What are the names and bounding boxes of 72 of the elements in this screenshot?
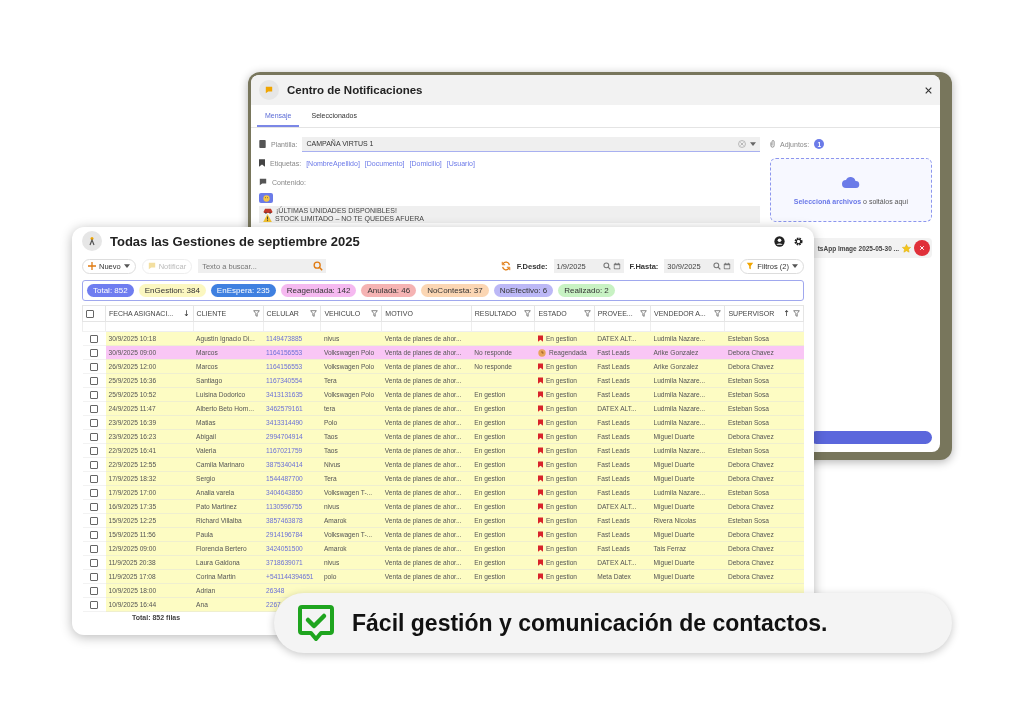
row-checkbox[interactable] [90,488,98,497]
row-checkbox[interactable] [90,404,98,413]
caret-icon [123,264,130,268]
banner-text: Fácil gestión y comunicación de contactos. [352,609,828,637]
row-checkbox[interactable] [90,362,98,371]
caret-icon [750,141,756,146]
filter-icon[interactable] [640,310,647,317]
comment-icon [259,178,267,186]
car-icon [263,207,273,214]
search-icon[interactable] [602,262,611,270]
row-checkbox[interactable] [90,586,98,595]
check-bubble-icon [296,603,336,643]
sort-arrow[interactable]: ↓ [182,309,190,318]
filter-icon[interactable] [524,310,532,317]
row-checkbox[interactable] [90,376,98,385]
status-chip[interactable]: Reagendada: 142 [280,284,357,297]
refresh-icon[interactable] [500,261,511,271]
status-chip[interactable]: Realizado: 2 [558,284,615,297]
filter-icon[interactable] [252,310,260,317]
row-checkbox[interactable] [90,516,98,525]
close-icon [919,245,925,251]
filter-icon[interactable] [583,310,591,317]
status-chip[interactable]: EnGestion: 384 [138,284,206,297]
calendar-icon[interactable] [723,262,732,270]
sort-arrow[interactable]: ↑ [783,309,790,318]
window-title: Todas las Gestiones de septiembre 2025 [110,233,360,249]
row-checkbox[interactable] [90,572,98,581]
row-checkbox[interactable] [90,390,98,399]
select-all-checkbox[interactable] [86,309,94,318]
clock-icon [537,348,546,357]
status-chip[interactable]: EnEspera: 235 [210,284,276,297]
row-checkbox[interactable] [90,446,98,455]
star-icon[interactable] [902,243,911,253]
row-checkbox[interactable] [90,544,98,553]
chat-icon [147,262,156,270]
document-icon [259,140,266,148]
row-checkbox[interactable] [90,334,98,343]
row-checkbox[interactable] [90,600,98,609]
warning-icon [263,214,272,222]
settings-icon[interactable] [793,235,804,247]
bookmark-icon [537,335,543,342]
status-chip[interactable]: Anulada: 46 [361,284,417,297]
row-checkbox[interactable] [90,474,98,483]
filter-icon[interactable] [793,310,800,317]
status-chip[interactable]: Total: 852 [87,284,134,297]
filter-icon [746,262,755,270]
caret-icon [792,264,798,268]
row-checkbox[interactable] [90,432,98,441]
status-chip[interactable]: NoEfectivo: 6 [493,284,554,297]
row-checkbox[interactable] [90,418,98,427]
cloud-icon [841,175,861,188]
bookmark-icon [259,159,265,167]
calendar-icon[interactable] [612,262,621,270]
status-chip[interactable]: NoContesta: 37 [421,284,489,297]
close-icon[interactable] [925,86,932,94]
row-checkbox[interactable] [90,558,98,567]
chat-icon [259,80,279,100]
user-icon[interactable] [774,235,785,247]
row-checkbox[interactable] [90,460,98,469]
filter-icon[interactable] [371,310,379,317]
search-icon[interactable] [713,262,722,270]
remove-button[interactable] [914,240,930,256]
plus-icon [88,262,96,270]
dialog-title: Centro de Notificaciones [287,84,423,96]
row-checkbox[interactable] [90,502,98,511]
row-checkbox[interactable] [90,530,98,539]
filter-icon[interactable] [310,310,318,317]
person-icon [82,231,102,251]
paperclip-icon [770,140,775,148]
row-checkbox[interactable] [90,348,98,357]
emoji-button[interactable] [259,193,273,203]
filter-icon[interactable] [714,310,722,317]
